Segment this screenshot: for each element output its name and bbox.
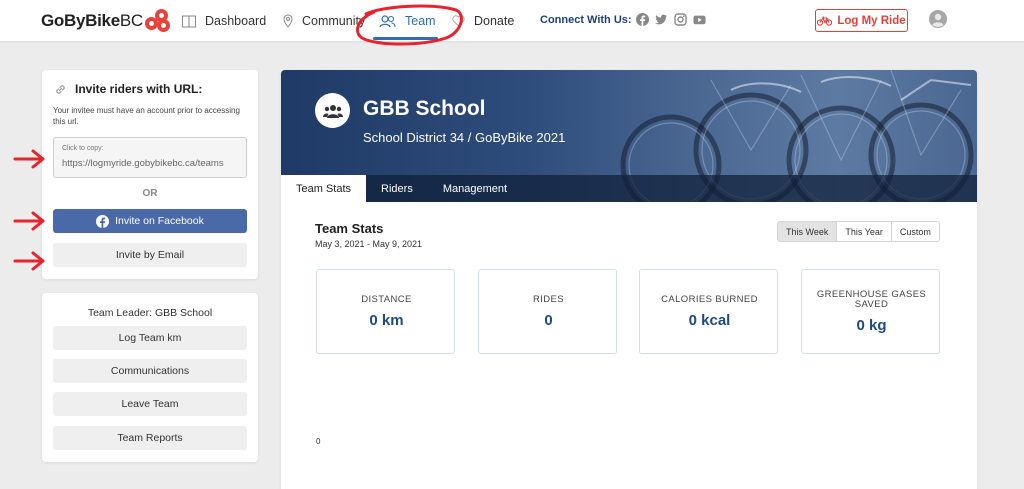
log-my-ride-label: Log My Ride <box>837 14 906 27</box>
users-icon <box>379 14 396 28</box>
stat-label: DISTANCE <box>361 294 412 305</box>
log-team-km-button[interactable]: Log Team km <box>53 326 247 350</box>
log-team-km-label: Log Team km <box>118 332 182 344</box>
social-links <box>636 13 706 26</box>
team-leader-title: Team Leader: GBB School <box>87 307 213 319</box>
period-selector: This Week This Year Custom <box>777 221 940 242</box>
stat-value: 0 <box>544 312 553 329</box>
book-icon <box>182 15 196 28</box>
stat-card-greenhouse-gases: GREENHOUSE GASES SAVED 0 kg <box>801 269 940 354</box>
stat-label: GREENHOUSE GASES SAVED <box>816 289 927 310</box>
team-users-icon <box>315 93 350 128</box>
logo-text: GoByBikeBC <box>41 11 143 30</box>
team-subtitle: School District 34 / GoByBike 2021 <box>363 130 566 145</box>
tab-management[interactable]: Management <box>428 175 522 202</box>
team-reports-label: Team Reports <box>117 432 183 444</box>
heart-icon <box>452 15 465 27</box>
or-divider: OR <box>142 188 158 199</box>
leave-team-label: Leave Team <box>121 398 179 410</box>
team-leader-card: Team Leader: GBB School Log Team km Comm… <box>42 293 258 462</box>
invite-email-button[interactable]: Invite by Email <box>53 243 247 267</box>
log-my-ride-button[interactable]: Log My Ride <box>815 9 908 32</box>
copy-url-field[interactable]: Click to copy: https://logmyride.gobybik… <box>53 137 247 178</box>
period-this-year-button[interactable]: This Year <box>836 222 891 241</box>
logo-mark-icon <box>144 9 171 33</box>
invite-facebook-label: Invite on Facebook <box>115 215 204 227</box>
annotation-arrow-email <box>13 251 45 271</box>
stat-card-distance: DISTANCE 0 km <box>316 269 455 354</box>
active-tab-indicator <box>373 37 438 40</box>
team-main-panel: GBB School School District 34 / GoByBike… <box>281 70 977 489</box>
stat-label: CALORIES BURNED <box>661 294 758 305</box>
annotation-arrow-facebook <box>13 211 45 231</box>
gobybike-logo[interactable]: GoByBikeBC <box>41 6 171 36</box>
nav-team-label: Team <box>405 14 436 28</box>
invite-email-label: Invite by Email <box>115 249 185 261</box>
stat-value: 0 kcal <box>688 312 731 329</box>
invite-riders-card: Invite riders with URL: Your invitee mus… <box>42 70 258 279</box>
team-hero-banner: GBB School School District 34 / GoByBike… <box>281 70 977 202</box>
invite-facebook-button[interactable]: Invite on Facebook <box>53 209 247 233</box>
stat-card-rides: RIDES 0 <box>478 269 617 354</box>
bicycle-icon <box>817 15 833 26</box>
instagram-icon[interactable] <box>674 13 687 26</box>
nav-community[interactable]: Community <box>283 12 365 30</box>
stat-value: 0 km <box>369 312 404 329</box>
invite-title-text: Invite riders with URL: <box>75 82 203 96</box>
nav-dashboard-label: Dashboard <box>205 14 267 28</box>
twitter-icon[interactable] <box>655 13 668 26</box>
nav-team[interactable]: Team <box>379 12 436 30</box>
youtube-icon[interactable] <box>693 13 706 26</box>
annotation-arrow-url <box>13 149 45 169</box>
invite-title: Invite riders with URL: <box>54 82 202 96</box>
team-tabs: Team Stats Riders Management <box>281 175 977 202</box>
link-icon <box>54 83 67 96</box>
nav-dashboard[interactable]: Dashboard <box>182 12 266 30</box>
team-reports-button[interactable]: Team Reports <box>53 426 247 450</box>
period-custom-button[interactable]: Custom <box>890 222 939 241</box>
stats-date-range: May 3, 2021 - May 9, 2021 <box>315 239 423 249</box>
team-name: GBB School <box>363 97 486 120</box>
stat-value: 0 kg <box>856 317 887 334</box>
communications-label: Communications <box>110 365 190 377</box>
facebook-icon[interactable] <box>636 13 649 26</box>
tab-riders[interactable]: Riders <box>366 175 428 202</box>
copy-url-value: https://logmyride.gobybikebc.ca/teams <box>62 158 224 169</box>
invite-note: Your invitee must have an account prior … <box>53 106 240 126</box>
stat-card-calories: CALORIES BURNED 0 kcal <box>639 269 778 354</box>
copy-url-label: Click to copy: <box>62 145 104 152</box>
leave-team-button[interactable]: Leave Team <box>53 392 247 416</box>
stat-label: RIDES <box>532 294 565 305</box>
chart-axis-zero-label: 0 <box>316 437 321 446</box>
user-avatar-icon[interactable] <box>929 10 947 28</box>
top-navigation: GoByBikeBC Dashboard Community Team Dona… <box>0 0 1024 41</box>
facebook-icon <box>96 214 110 228</box>
nav-donate[interactable]: Donate <box>452 12 514 30</box>
connect-label: Connect With Us: <box>540 14 632 26</box>
period-this-week-button[interactable]: This Week <box>778 222 837 241</box>
map-pin-icon <box>283 14 293 28</box>
nav-community-label: Community <box>302 14 366 28</box>
tab-team-stats[interactable]: Team Stats <box>281 175 367 202</box>
nav-donate-label: Donate <box>474 14 515 28</box>
stats-title: Team Stats <box>315 221 384 236</box>
communications-button[interactable]: Communications <box>53 359 247 383</box>
